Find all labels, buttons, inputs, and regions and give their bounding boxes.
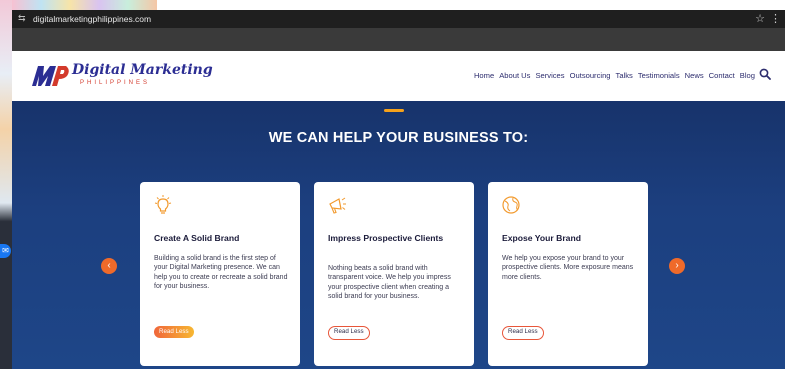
services-hero: WE CAN HELP YOUR BUSINESS TO: ‹ › Create… bbox=[12, 101, 785, 369]
read-less-button[interactable]: Read Less bbox=[154, 326, 194, 338]
nav-about-us[interactable]: About Us bbox=[499, 71, 530, 80]
service-card-expose-brand: Expose Your Brand We help you expose you… bbox=[488, 182, 648, 366]
nav-home[interactable]: Home bbox=[474, 71, 494, 80]
nav-testimonials[interactable]: Testimonials bbox=[638, 71, 680, 80]
nav-services[interactable]: Services bbox=[535, 71, 564, 80]
logo-subtext: PHILIPPINES bbox=[80, 80, 151, 86]
read-less-button[interactable]: Read Less bbox=[502, 326, 544, 340]
bookmark-star-icon[interactable]: ☆ bbox=[755, 12, 765, 25]
card-description: Nothing beats a solid brand with transpa… bbox=[328, 265, 451, 301]
card-title: Expose Your Brand bbox=[502, 233, 581, 243]
megaphone-icon bbox=[329, 197, 346, 214]
heading-accent-bar bbox=[384, 109, 404, 112]
browser-address-bar[interactable]: ⇆ digitalmarketingphilippines.com ☆ ⋮ bbox=[12, 10, 785, 28]
search-icon[interactable] bbox=[759, 68, 771, 80]
logo-text: Digital Marketing bbox=[72, 62, 213, 78]
nav-news[interactable]: News bbox=[685, 71, 704, 80]
site-logo[interactable]: Digital Marketing PHILIPPINES bbox=[30, 62, 213, 92]
more-menu-icon[interactable]: ⋮ bbox=[770, 12, 781, 25]
card-description: We help you expose your brand to your pr… bbox=[502, 255, 634, 281]
dmp-logo-mark-icon bbox=[32, 66, 69, 86]
carousel-prev-button[interactable]: ‹ bbox=[101, 258, 117, 274]
card-title: Impress Prospective Clients bbox=[328, 233, 444, 243]
browser-toolbar-strip bbox=[12, 28, 785, 51]
service-card-impress-clients: Impress Prospective Clients Nothing beat… bbox=[314, 182, 474, 366]
nav-contact[interactable]: Contact bbox=[709, 71, 735, 80]
globe-icon bbox=[502, 196, 520, 214]
background-collage-top bbox=[12, 0, 157, 10]
lightbulb-icon bbox=[154, 195, 172, 214]
nav-outsourcing[interactable]: Outsourcing bbox=[570, 71, 611, 80]
card-title: Create A Solid Brand bbox=[154, 233, 240, 243]
read-less-button[interactable]: Read Less bbox=[328, 326, 370, 340]
section-heading: WE CAN HELP YOUR BUSINESS TO: bbox=[268, 130, 529, 146]
site-settings-icon[interactable]: ⇆ bbox=[18, 13, 26, 24]
nav-blog[interactable]: Blog bbox=[740, 71, 755, 80]
site-header: Digital Marketing PHILIPPINES Home About… bbox=[12, 51, 785, 101]
background-top-blank bbox=[157, 0, 785, 10]
background-collage-strip bbox=[0, 0, 12, 369]
service-card-solid-brand: Create A Solid Brand Building a solid br… bbox=[140, 182, 300, 366]
main-nav: Home About Us Services Outsourcing Talks… bbox=[469, 71, 755, 80]
address-url[interactable]: digitalmarketingphilippines.com bbox=[33, 14, 151, 24]
card-description: Building a solid brand is the first step… bbox=[154, 255, 288, 291]
carousel-next-button[interactable]: › bbox=[669, 258, 685, 274]
nav-talks[interactable]: Talks bbox=[616, 71, 633, 80]
